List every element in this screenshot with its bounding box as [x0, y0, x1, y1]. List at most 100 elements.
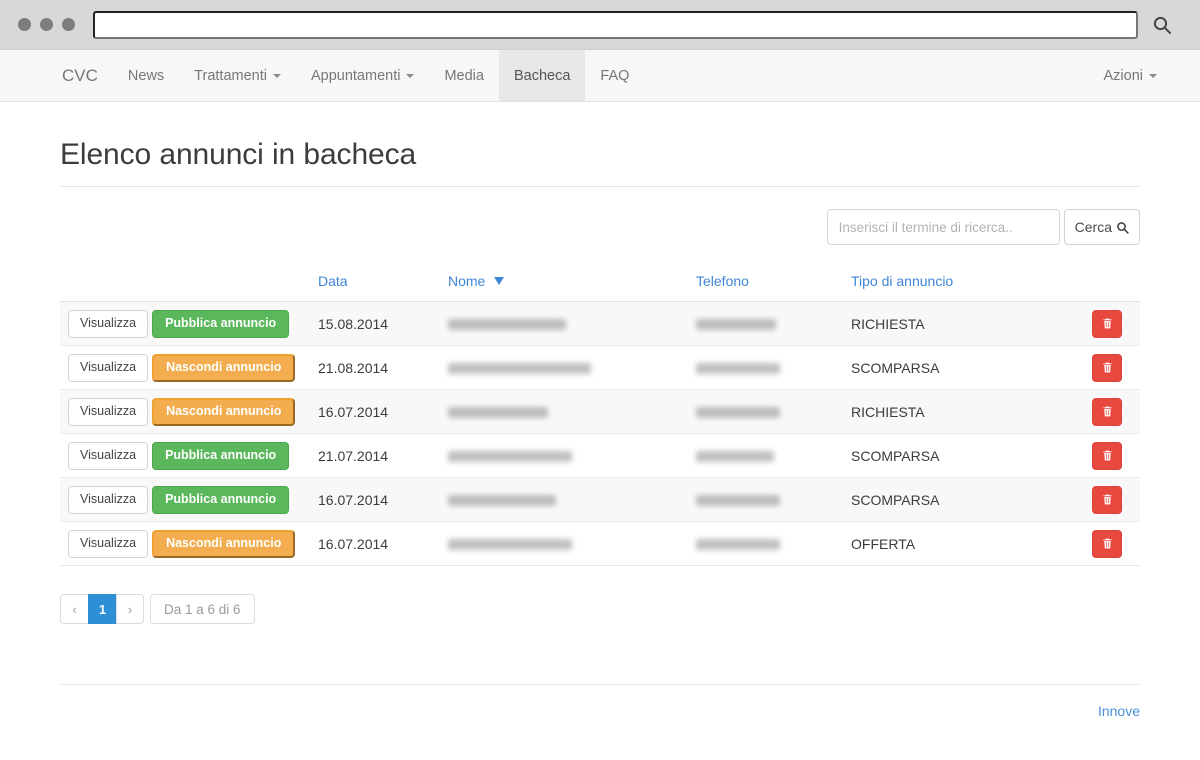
view-button[interactable]: Visualizza — [68, 310, 148, 338]
redacted-name — [448, 407, 548, 418]
cell-delete — [1084, 390, 1140, 434]
search-submit-button[interactable]: Cerca — [1064, 209, 1140, 245]
nav-item-media[interactable]: Media — [429, 50, 499, 101]
sort-descending-icon — [494, 277, 504, 285]
pagination-prev-button[interactable]: ‹ — [60, 594, 88, 624]
hide-announcement-button[interactable]: Nascondi annuncio — [152, 354, 295, 382]
footer-link-innove[interactable]: Innove — [1098, 703, 1140, 719]
column-header-data[interactable]: Data — [310, 265, 440, 302]
table-row: VisualizzaNascondi annuncio16.07.2014RIC… — [60, 390, 1140, 434]
cell-nome — [440, 390, 688, 434]
cell-delete — [1084, 478, 1140, 522]
cell-data: 21.07.2014 — [310, 434, 440, 478]
table-header: Data Nome Telefono Tipo di annuncio — [60, 265, 1140, 302]
column-header-data-label: Data — [318, 273, 348, 289]
nav-item-faq-label: FAQ — [600, 68, 629, 84]
column-header-nome[interactable]: Nome — [440, 265, 688, 302]
delete-button[interactable] — [1092, 354, 1122, 382]
publish-announcement-button[interactable]: Pubblica annuncio — [152, 486, 289, 514]
chevron-down-icon — [273, 74, 281, 78]
browser-search-icon[interactable] — [1138, 15, 1186, 35]
delete-button[interactable] — [1092, 398, 1122, 426]
column-header-actions — [60, 265, 310, 302]
browser-url-input[interactable] — [93, 11, 1138, 39]
search-input[interactable] — [827, 209, 1060, 245]
trash-icon — [1101, 537, 1114, 550]
footer: Innove — [48, 685, 1152, 719]
publish-announcement-button[interactable]: Pubblica annuncio — [152, 442, 289, 470]
cell-delete — [1084, 522, 1140, 566]
cell-nome — [440, 434, 688, 478]
trash-icon — [1101, 405, 1114, 418]
cell-actions: VisualizzaNascondi annuncio — [60, 390, 310, 434]
nav-item-azioni-label: Azioni — [1104, 68, 1144, 84]
navbar-right-group: Azioni — [1089, 50, 1173, 101]
view-button[interactable]: Visualizza — [68, 398, 148, 426]
cell-telefono — [688, 346, 843, 390]
nav-item-news-label: News — [128, 68, 164, 84]
nav-item-bacheca[interactable]: Bacheca — [499, 50, 585, 101]
pagination-page-1[interactable]: 1 — [88, 594, 116, 624]
search-icon — [1116, 221, 1129, 234]
hide-announcement-button[interactable]: Nascondi annuncio — [152, 398, 295, 426]
view-button[interactable]: Visualizza — [68, 486, 148, 514]
view-button[interactable]: Visualizza — [68, 442, 148, 470]
column-header-telefono-label: Telefono — [696, 273, 749, 289]
hide-announcement-button[interactable]: Nascondi annuncio — [152, 530, 295, 558]
column-header-tipo[interactable]: Tipo di annuncio — [843, 265, 1084, 302]
nav-item-faq[interactable]: FAQ — [585, 50, 644, 101]
nav-item-azioni[interactable]: Azioni — [1089, 50, 1173, 101]
publish-announcement-button[interactable]: Pubblica annuncio — [152, 310, 289, 338]
cell-telefono — [688, 302, 843, 346]
cell-nome — [440, 302, 688, 346]
redacted-name — [448, 363, 591, 374]
cell-telefono — [688, 522, 843, 566]
cell-actions: VisualizzaPubblica annuncio — [60, 478, 310, 522]
pagination-next-button[interactable]: › — [116, 594, 144, 624]
pagination-row: ‹ 1 › Da 1 a 6 di 6 — [48, 566, 1152, 624]
cell-data: 16.07.2014 — [310, 522, 440, 566]
cell-nome — [440, 478, 688, 522]
cell-delete — [1084, 302, 1140, 346]
trash-icon — [1101, 493, 1114, 506]
cell-telefono — [688, 434, 843, 478]
delete-button[interactable] — [1092, 530, 1122, 558]
window-dot-close[interactable] — [18, 18, 31, 31]
table-row: VisualizzaPubblica annuncio16.07.2014SCO… — [60, 478, 1140, 522]
delete-button[interactable] — [1092, 442, 1122, 470]
delete-button[interactable] — [1092, 486, 1122, 514]
redacted-phone — [696, 539, 780, 550]
redacted-phone — [696, 451, 774, 462]
view-button[interactable]: Visualizza — [68, 530, 148, 558]
cell-data: 16.07.2014 — [310, 478, 440, 522]
cell-delete — [1084, 346, 1140, 390]
nav-item-appuntamenti-label: Appuntamenti — [311, 68, 400, 84]
redacted-name — [448, 495, 556, 506]
cell-telefono — [688, 390, 843, 434]
nav-item-bacheca-label: Bacheca — [514, 68, 570, 84]
redacted-name — [448, 319, 566, 330]
navbar-brand-label: CVC — [62, 66, 98, 86]
nav-item-trattamenti-label: Trattamenti — [194, 68, 267, 84]
redacted-phone — [696, 407, 780, 418]
window-dot-minimize[interactable] — [40, 18, 53, 31]
nav-item-trattamenti[interactable]: Trattamenti — [179, 50, 296, 101]
nav-item-news[interactable]: News — [113, 50, 179, 101]
cell-data: 15.08.2014 — [310, 302, 440, 346]
cell-nome — [440, 522, 688, 566]
table-row: VisualizzaNascondi annuncio16.07.2014OFF… — [60, 522, 1140, 566]
cell-data: 16.07.2014 — [310, 390, 440, 434]
page-title: Elenco annunci in bacheca — [48, 102, 1152, 186]
column-header-telefono[interactable]: Telefono — [688, 265, 843, 302]
cell-actions: VisualizzaNascondi annuncio — [60, 522, 310, 566]
cell-tipo: SCOMPARSA — [843, 478, 1084, 522]
announcements-table: Data Nome Telefono Tipo di annuncio Visu… — [60, 265, 1140, 566]
window-dot-maximize[interactable] — [62, 18, 75, 31]
nav-item-appuntamenti[interactable]: Appuntamenti — [296, 50, 429, 101]
cell-nome — [440, 346, 688, 390]
delete-button[interactable] — [1092, 310, 1122, 338]
table-row: VisualizzaPubblica annuncio15.08.2014RIC… — [60, 302, 1140, 346]
cell-actions: VisualizzaPubblica annuncio — [60, 302, 310, 346]
view-button[interactable]: Visualizza — [68, 354, 148, 382]
navbar-brand[interactable]: CVC — [48, 50, 113, 101]
